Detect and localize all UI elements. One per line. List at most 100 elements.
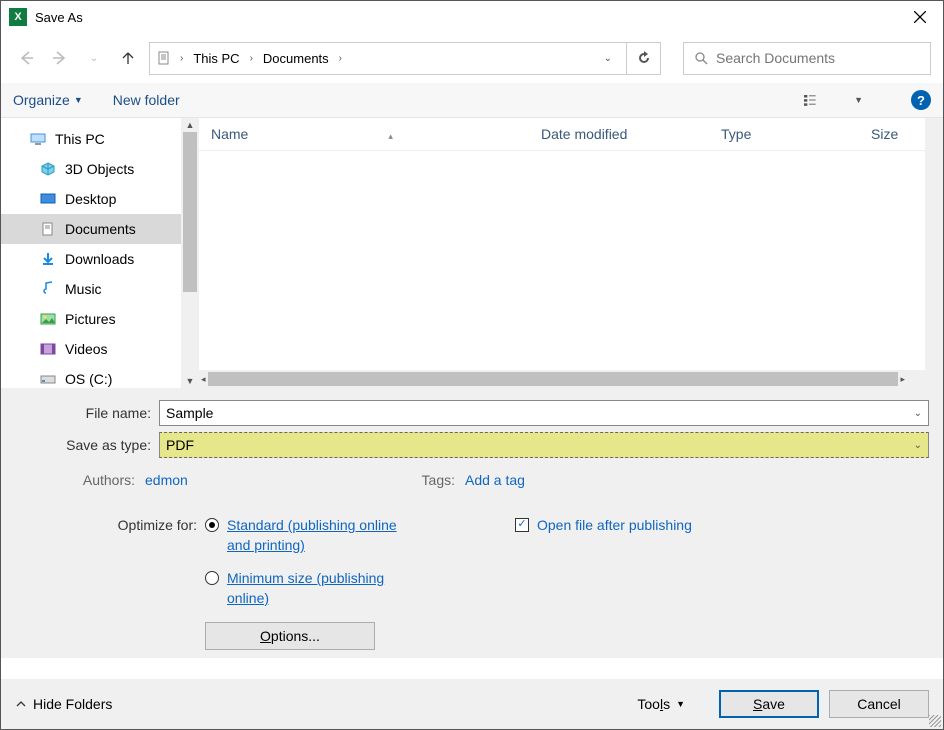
tree-item-downloads[interactable]: Downloads bbox=[1, 244, 181, 274]
tree-item-label: Videos bbox=[65, 341, 108, 357]
videos-icon bbox=[39, 341, 57, 357]
sort-indicator-icon: ▴ bbox=[388, 131, 393, 141]
checkbox-icon bbox=[515, 518, 529, 532]
radio-icon bbox=[205, 518, 219, 532]
chevron-right-icon: › bbox=[176, 53, 187, 64]
optimize-minimum-radio[interactable]: Minimum size (publishing online) bbox=[205, 569, 405, 608]
open-after-label: Open file after publishing bbox=[537, 516, 692, 536]
chevron-right-icon: › bbox=[335, 53, 346, 64]
tree-item-desktop[interactable]: Desktop bbox=[1, 184, 181, 214]
filename-input[interactable] bbox=[166, 405, 914, 421]
chevron-down-icon[interactable]: ⌄ bbox=[914, 440, 922, 451]
tree-item-music[interactable]: Music bbox=[1, 274, 181, 304]
savetype-combo[interactable]: PDF ⌄ bbox=[159, 432, 929, 458]
breadcrumb-documents[interactable]: Documents bbox=[261, 51, 331, 66]
tree-item-pictures[interactable]: Pictures bbox=[1, 304, 181, 334]
arrow-right-icon bbox=[51, 49, 69, 67]
open-after-checkbox[interactable]: Open file after publishing bbox=[515, 516, 692, 608]
save-button[interactable]: Save bbox=[719, 690, 819, 718]
radio-icon bbox=[205, 571, 219, 585]
arrow-left-icon bbox=[17, 49, 35, 67]
tree-item-osdisk[interactable]: OS (C:) bbox=[1, 364, 181, 388]
view-options-button[interactable] bbox=[804, 90, 824, 110]
search-input[interactable] bbox=[716, 50, 920, 66]
cancel-button[interactable]: Cancel bbox=[829, 690, 929, 718]
tags-label: Tags: bbox=[385, 472, 455, 488]
filename-label: File name: bbox=[15, 405, 159, 421]
file-list: Name▴ Date modified Type Size ◂ ▸ bbox=[199, 118, 925, 388]
tree-item-label: Documents bbox=[65, 221, 136, 237]
documents-icon bbox=[39, 221, 57, 237]
tree-item-3d[interactable]: 3D Objects bbox=[1, 154, 181, 184]
organize-menu[interactable]: Organize ▼ bbox=[13, 92, 83, 108]
desktop-icon bbox=[39, 191, 57, 207]
column-name[interactable]: Name▴ bbox=[199, 126, 529, 142]
tools-menu[interactable]: Tools ▼ bbox=[637, 696, 685, 712]
footer: Hide Folders Tools ▼ Save Cancel bbox=[1, 679, 943, 729]
documents-icon bbox=[156, 50, 172, 66]
arrow-up-icon bbox=[120, 50, 136, 66]
window-title: Save As bbox=[35, 10, 897, 25]
nav-bar: ⌄ › This PC › Documents › ⌄ bbox=[1, 33, 943, 83]
tree-item-videos[interactable]: Videos bbox=[1, 334, 181, 364]
hide-folders-button[interactable]: Hide Folders bbox=[15, 696, 112, 712]
download-icon bbox=[39, 251, 57, 267]
excel-icon: X bbox=[9, 8, 27, 26]
new-folder-button[interactable]: New folder bbox=[113, 92, 180, 108]
chevron-down-icon: ▼ bbox=[74, 95, 83, 105]
optimize-standard-label: Standard (publishing online and printing… bbox=[227, 516, 405, 555]
file-list-vscrollbar[interactable] bbox=[925, 118, 943, 388]
organize-label: Organize bbox=[13, 92, 70, 108]
optimize-label: Optimize for: bbox=[65, 516, 205, 608]
file-list-header: Name▴ Date modified Type Size bbox=[199, 118, 925, 151]
tree-item-label: Pictures bbox=[65, 311, 116, 327]
pc-icon bbox=[29, 131, 47, 147]
breadcrumb-this-pc[interactable]: This PC bbox=[191, 51, 241, 66]
column-type[interactable]: Type bbox=[709, 126, 859, 142]
main-content: This PC 3D Objects Desktop Documents Dow… bbox=[1, 118, 943, 388]
authors-value[interactable]: edmon bbox=[145, 472, 375, 488]
tree-scrollbar[interactable]: ▲ ▼ bbox=[181, 118, 199, 388]
column-size[interactable]: Size bbox=[859, 126, 925, 142]
tree-item-label: Music bbox=[65, 281, 102, 297]
help-button[interactable]: ? bbox=[911, 90, 931, 110]
close-button[interactable] bbox=[897, 1, 943, 33]
filename-combo[interactable]: ⌄ bbox=[159, 400, 929, 426]
refresh-button[interactable] bbox=[627, 42, 661, 75]
forward-button[interactable] bbox=[47, 45, 73, 71]
optimize-minimum-label: Minimum size (publishing online) bbox=[227, 569, 405, 608]
pictures-icon bbox=[39, 311, 57, 327]
savetype-value: PDF bbox=[166, 437, 194, 453]
chevron-right-icon: › bbox=[246, 53, 257, 64]
chevron-up-icon bbox=[15, 698, 27, 710]
tags-value[interactable]: Add a tag bbox=[465, 472, 695, 488]
bottom-panel: File name: ⌄ Save as type: PDF ⌄ Authors… bbox=[1, 388, 943, 658]
recent-button[interactable]: ⌄ bbox=[81, 45, 107, 71]
address-bar[interactable]: › This PC › Documents › ⌄ bbox=[149, 42, 627, 75]
hide-folders-label: Hide Folders bbox=[33, 696, 112, 712]
tree-item-label: Downloads bbox=[65, 251, 134, 267]
search-box[interactable] bbox=[683, 42, 931, 75]
authors-label: Authors: bbox=[65, 472, 135, 488]
options-button[interactable]: Options... bbox=[205, 622, 375, 650]
column-date[interactable]: Date modified bbox=[529, 126, 709, 142]
resize-grip[interactable] bbox=[929, 715, 941, 727]
file-list-body[interactable] bbox=[199, 151, 925, 370]
chevron-down-icon[interactable]: ⌄ bbox=[914, 408, 922, 419]
tree-item-label: 3D Objects bbox=[65, 161, 134, 177]
address-dropdown[interactable]: ⌄ bbox=[596, 53, 620, 64]
tree-item-label: Desktop bbox=[65, 191, 116, 207]
file-list-hscrollbar[interactable]: ◂ ▸ bbox=[199, 370, 907, 388]
optimize-standard-radio[interactable]: Standard (publishing online and printing… bbox=[205, 516, 405, 555]
folder-tree[interactable]: This PC 3D Objects Desktop Documents Dow… bbox=[1, 118, 181, 388]
view-dropdown[interactable]: ▼ bbox=[854, 95, 863, 105]
back-button[interactable] bbox=[13, 45, 39, 71]
toolbar: Organize ▼ New folder ▼ ? bbox=[1, 83, 943, 118]
up-button[interactable] bbox=[115, 45, 141, 71]
savetype-label: Save as type: bbox=[15, 437, 159, 453]
search-icon bbox=[694, 51, 708, 65]
cube-icon bbox=[39, 161, 57, 177]
tree-item-label: OS (C:) bbox=[65, 371, 112, 387]
tree-item-this-pc[interactable]: This PC bbox=[1, 124, 181, 154]
tree-item-documents[interactable]: Documents bbox=[1, 214, 181, 244]
